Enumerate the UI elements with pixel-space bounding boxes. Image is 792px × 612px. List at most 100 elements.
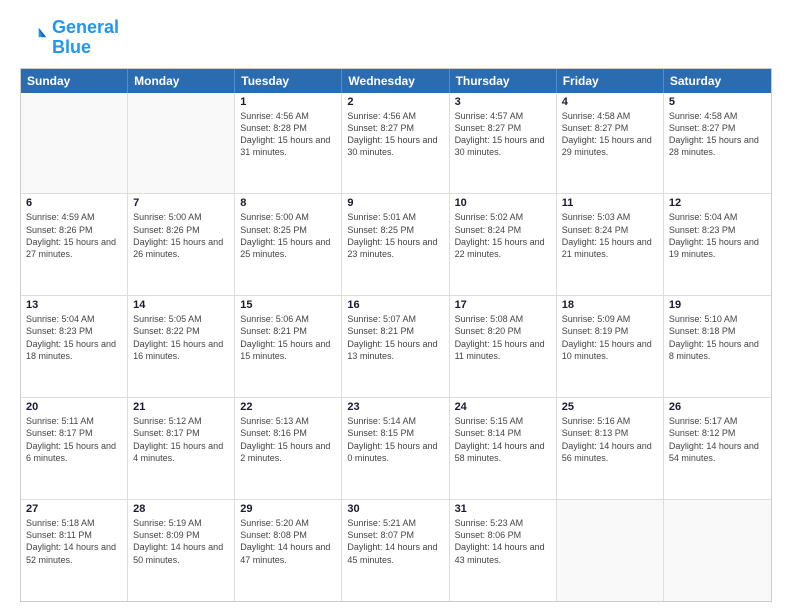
sunset-text: Sunset: 8:15 PM bbox=[347, 427, 443, 439]
sunset-text: Sunset: 8:11 PM bbox=[26, 529, 122, 541]
day-number: 8 bbox=[240, 197, 336, 209]
sunrise-text: Sunrise: 5:09 AM bbox=[562, 313, 658, 325]
calendar-day-13: 13Sunrise: 5:04 AMSunset: 8:23 PMDayligh… bbox=[21, 296, 128, 397]
header-day-tuesday: Tuesday bbox=[235, 69, 342, 93]
sunset-text: Sunset: 8:18 PM bbox=[669, 325, 766, 337]
calendar: SundayMondayTuesdayWednesdayThursdayFrid… bbox=[20, 68, 772, 602]
sunset-text: Sunset: 8:14 PM bbox=[455, 427, 551, 439]
daylight-text: Daylight: 15 hours and 31 minutes. bbox=[240, 134, 336, 158]
daylight-text: Daylight: 15 hours and 2 minutes. bbox=[240, 440, 336, 464]
daylight-text: Daylight: 14 hours and 56 minutes. bbox=[562, 440, 658, 464]
sunrise-text: Sunrise: 5:16 AM bbox=[562, 415, 658, 427]
day-number: 28 bbox=[133, 503, 229, 515]
sunrise-text: Sunrise: 5:05 AM bbox=[133, 313, 229, 325]
calendar-day-12: 12Sunrise: 5:04 AMSunset: 8:23 PMDayligh… bbox=[664, 194, 771, 295]
daylight-text: Daylight: 15 hours and 16 minutes. bbox=[133, 338, 229, 362]
calendar-day-15: 15Sunrise: 5:06 AMSunset: 8:21 PMDayligh… bbox=[235, 296, 342, 397]
sunrise-text: Sunrise: 4:56 AM bbox=[347, 110, 443, 122]
daylight-text: Daylight: 15 hours and 22 minutes. bbox=[455, 236, 551, 260]
day-number: 19 bbox=[669, 299, 766, 311]
calendar-day-25: 25Sunrise: 5:16 AMSunset: 8:13 PMDayligh… bbox=[557, 398, 664, 499]
day-number: 29 bbox=[240, 503, 336, 515]
calendar-day-19: 19Sunrise: 5:10 AMSunset: 8:18 PMDayligh… bbox=[664, 296, 771, 397]
calendar-day-5: 5Sunrise: 4:58 AMSunset: 8:27 PMDaylight… bbox=[664, 93, 771, 194]
sunrise-text: Sunrise: 5:13 AM bbox=[240, 415, 336, 427]
daylight-text: Daylight: 15 hours and 30 minutes. bbox=[347, 134, 443, 158]
sunset-text: Sunset: 8:27 PM bbox=[562, 122, 658, 134]
daylight-text: Daylight: 15 hours and 28 minutes. bbox=[669, 134, 766, 158]
sunset-text: Sunset: 8:17 PM bbox=[133, 427, 229, 439]
page: General Blue SundayMondayTuesdayWednesda… bbox=[0, 0, 792, 612]
sunrise-text: Sunrise: 5:07 AM bbox=[347, 313, 443, 325]
sunrise-text: Sunrise: 4:57 AM bbox=[455, 110, 551, 122]
daylight-text: Daylight: 15 hours and 13 minutes. bbox=[347, 338, 443, 362]
daylight-text: Daylight: 14 hours and 47 minutes. bbox=[240, 541, 336, 565]
daylight-text: Daylight: 15 hours and 10 minutes. bbox=[562, 338, 658, 362]
daylight-text: Daylight: 15 hours and 30 minutes. bbox=[455, 134, 551, 158]
sunrise-text: Sunrise: 5:11 AM bbox=[26, 415, 122, 427]
calendar-day-6: 6Sunrise: 4:59 AMSunset: 8:26 PMDaylight… bbox=[21, 194, 128, 295]
sunset-text: Sunset: 8:09 PM bbox=[133, 529, 229, 541]
day-number: 13 bbox=[26, 299, 122, 311]
sunset-text: Sunset: 8:21 PM bbox=[240, 325, 336, 337]
day-number: 4 bbox=[562, 96, 658, 108]
calendar-day-14: 14Sunrise: 5:05 AMSunset: 8:22 PMDayligh… bbox=[128, 296, 235, 397]
daylight-text: Daylight: 14 hours and 52 minutes. bbox=[26, 541, 122, 565]
sunrise-text: Sunrise: 4:59 AM bbox=[26, 211, 122, 223]
sunset-text: Sunset: 8:08 PM bbox=[240, 529, 336, 541]
calendar-day-29: 29 Sunrise: 5:20 AMSunset: 8:08 PMDayligh… bbox=[235, 500, 342, 601]
sunset-text: Sunset: 8:23 PM bbox=[26, 325, 122, 337]
sunset-text: Sunset: 8:21 PM bbox=[347, 325, 443, 337]
day-number: 15 bbox=[240, 299, 336, 311]
day-number: 17 bbox=[455, 299, 551, 311]
sunrise-text: Sunrise: 5:00 AM bbox=[133, 211, 229, 223]
sunset-text: Sunset: 8:27 PM bbox=[347, 122, 443, 134]
calendar-day-28: 28Sunrise: 5:19 AMSunset: 8:09 PMDayligh… bbox=[128, 500, 235, 601]
sunrise-text: Sunrise: 4:58 AM bbox=[562, 110, 658, 122]
calendar-cell-empty bbox=[664, 500, 771, 601]
daylight-text: Daylight: 15 hours and 4 minutes. bbox=[133, 440, 229, 464]
sunset-text: Sunset: 8:24 PM bbox=[562, 224, 658, 236]
daylight-text: Daylight: 15 hours and 25 minutes. bbox=[240, 236, 336, 260]
day-number: 30 bbox=[347, 503, 443, 515]
day-number: 26 bbox=[669, 401, 766, 413]
calendar-day-2: 2Sunrise: 4:56 AMSunset: 8:27 PMDaylight… bbox=[342, 93, 449, 194]
sunrise-text: Sunrise: 4:58 AM bbox=[669, 110, 766, 122]
calendar-day-20: 20Sunrise: 5:11 AMSunset: 8:17 PMDayligh… bbox=[21, 398, 128, 499]
day-number: 24 bbox=[455, 401, 551, 413]
sunset-text: Sunset: 8:27 PM bbox=[669, 122, 766, 134]
calendar-cell-empty bbox=[128, 93, 235, 194]
header-day-saturday: Saturday bbox=[664, 69, 771, 93]
day-number: 3 bbox=[455, 96, 551, 108]
daylight-text: Daylight: 15 hours and 21 minutes. bbox=[562, 236, 658, 260]
daylight-text: Daylight: 15 hours and 26 minutes. bbox=[133, 236, 229, 260]
sunrise-text: Sunrise: 5:20 AM bbox=[240, 517, 336, 529]
day-number: 22 bbox=[240, 401, 336, 413]
calendar-row-4: 20Sunrise: 5:11 AMSunset: 8:17 PMDayligh… bbox=[21, 398, 771, 500]
sunset-text: Sunset: 8:28 PM bbox=[240, 122, 336, 134]
sunrise-text: Sunrise: 5:04 AM bbox=[26, 313, 122, 325]
daylight-text: Daylight: 14 hours and 43 minutes. bbox=[455, 541, 551, 565]
sunset-text: Sunset: 8:24 PM bbox=[455, 224, 551, 236]
sunset-text: Sunset: 8:06 PM bbox=[455, 529, 551, 541]
sunrise-text: Sunrise: 5:18 AM bbox=[26, 517, 122, 529]
sunset-text: Sunset: 8:12 PM bbox=[669, 427, 766, 439]
sunset-text: Sunset: 8:22 PM bbox=[133, 325, 229, 337]
day-number: 27 bbox=[26, 503, 122, 515]
calendar-day-18: 18Sunrise: 5:09 AMSunset: 8:19 PMDayligh… bbox=[557, 296, 664, 397]
sunset-text: Sunset: 8:25 PM bbox=[240, 224, 336, 236]
sunrise-text: Sunrise: 4:56 AM bbox=[240, 110, 336, 122]
sunset-text: Sunset: 8:19 PM bbox=[562, 325, 658, 337]
sunrise-text: Sunrise: 5:23 AM bbox=[455, 517, 551, 529]
daylight-text: Daylight: 14 hours and 54 minutes. bbox=[669, 440, 766, 464]
calendar-day-27: 27 Sunrise: 5:18 AMSunset: 8:11 PMDayligh… bbox=[21, 500, 128, 601]
logo-text: General Blue bbox=[52, 18, 119, 58]
calendar-day-7: 7Sunrise: 5:00 AMSunset: 8:26 PMDaylight… bbox=[128, 194, 235, 295]
header-day-sunday: Sunday bbox=[21, 69, 128, 93]
day-number: 21 bbox=[133, 401, 229, 413]
daylight-text: Daylight: 15 hours and 15 minutes. bbox=[240, 338, 336, 362]
sunrise-text: Sunrise: 5:02 AM bbox=[455, 211, 551, 223]
header-day-monday: Monday bbox=[128, 69, 235, 93]
daylight-text: Daylight: 15 hours and 23 minutes. bbox=[347, 236, 443, 260]
daylight-text: Daylight: 14 hours and 58 minutes. bbox=[455, 440, 551, 464]
